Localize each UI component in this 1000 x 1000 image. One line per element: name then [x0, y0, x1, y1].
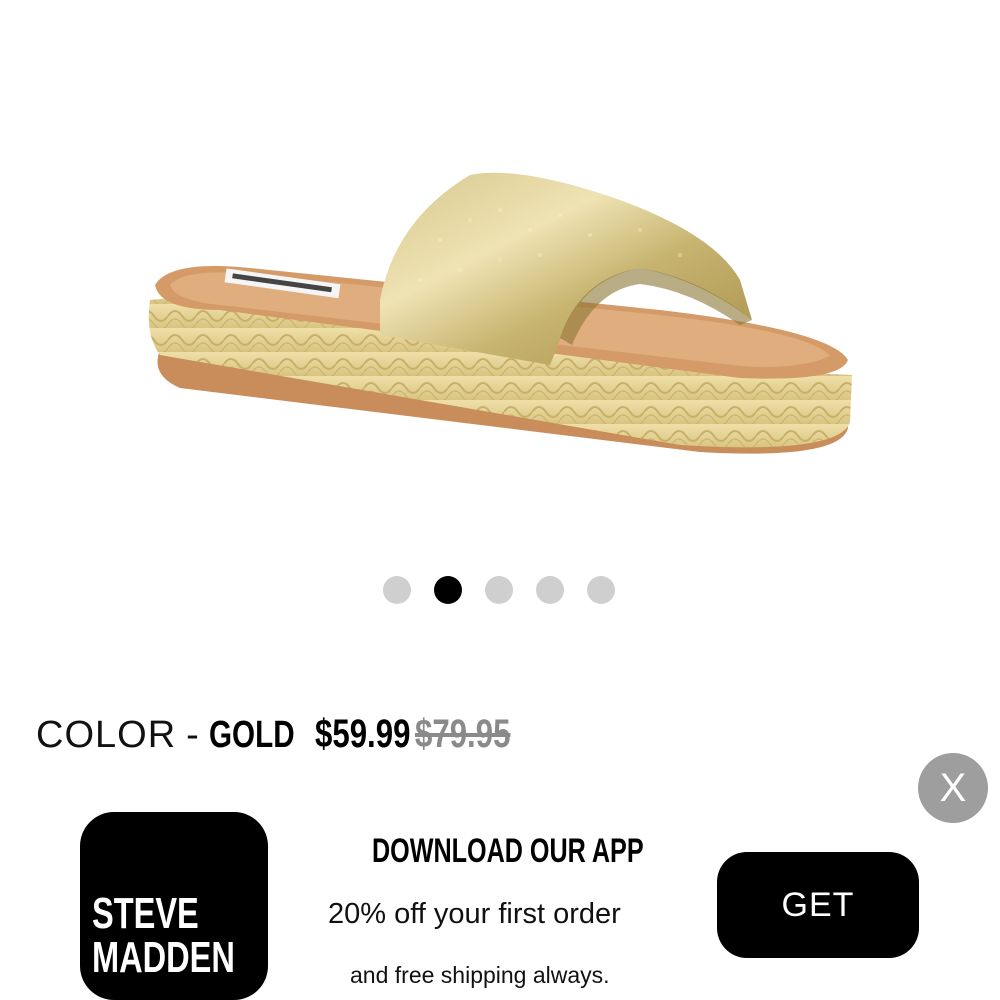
close-banner-button[interactable]: X [918, 753, 988, 823]
original-price: $79.95 [414, 712, 511, 756]
color-value: GOLD [208, 714, 295, 756]
color-price-row: COLOR - GOLD $59.99 $79.95 [36, 712, 537, 762]
carousel-dots [383, 576, 615, 604]
carousel-dot-5[interactable] [587, 576, 615, 604]
close-icon: X [939, 765, 967, 810]
carousel-dot-1[interactable] [383, 576, 411, 604]
promo-title: DOWNLOAD OUR APP [372, 832, 644, 870]
promo-offer-text: 20% off your first order [328, 898, 621, 930]
sale-price: $59.99 [314, 712, 411, 756]
promo-shipping-text: and free shipping always. [350, 962, 610, 988]
color-separator: - [186, 714, 199, 756]
product-page: COLOR - GOLD $59.99 $79.95 X STEVE MADDE… [0, 0, 1000, 1000]
sandal-image [148, 172, 852, 454]
app-icon[interactable]: STEVE MADDEN [80, 812, 268, 1000]
carousel-dot-3[interactable] [485, 576, 513, 604]
carousel-dot-4[interactable] [536, 576, 564, 604]
product-image[interactable] [140, 160, 860, 480]
app-icon-logo: STEVE MADDEN [92, 889, 235, 982]
carousel-dot-2-active[interactable] [434, 576, 462, 604]
get-app-button[interactable]: GET [717, 852, 919, 958]
color-label: COLOR [36, 714, 177, 756]
